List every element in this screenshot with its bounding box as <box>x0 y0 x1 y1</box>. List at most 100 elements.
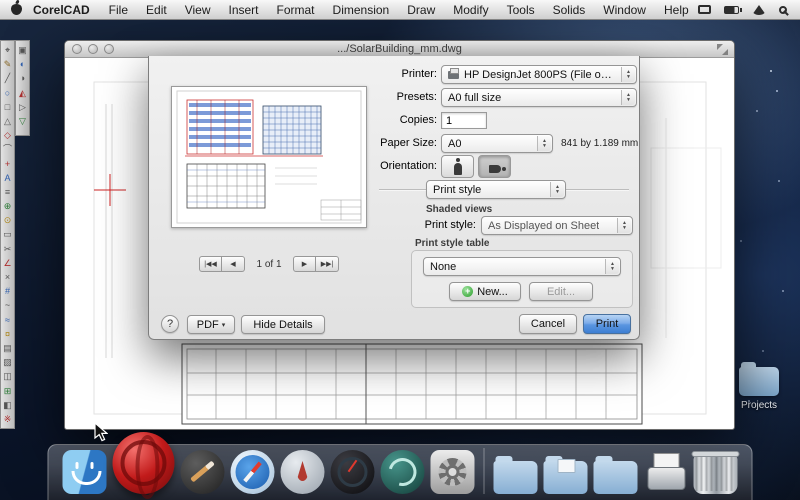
wifi-icon[interactable] <box>752 5 766 15</box>
menu-item[interactable]: Draw <box>398 3 444 17</box>
menu-item[interactable]: Window <box>594 3 655 17</box>
tool-icon[interactable]: + <box>1 157 14 171</box>
tool-icon[interactable]: ≈ <box>1 313 14 327</box>
launchpad-dock-icon[interactable] <box>281 450 325 494</box>
edit-style-button[interactable]: Edit... <box>529 282 593 301</box>
documents-folder-dock-icon[interactable] <box>544 461 588 494</box>
tool-icon[interactable]: ╱ <box>1 71 14 85</box>
page-indicator: 1 of 1 <box>251 259 287 270</box>
menu-item[interactable]: Modify <box>444 3 497 17</box>
tool-icon[interactable]: ⊕ <box>1 199 14 213</box>
copies-input[interactable] <box>441 112 487 129</box>
tool-icon[interactable]: ◧ <box>1 398 14 412</box>
safari-dock-icon[interactable] <box>231 450 275 494</box>
cancel-button[interactable]: Cancel <box>519 314 577 334</box>
menu-item[interactable]: Format <box>268 3 324 17</box>
finder-dock-icon[interactable] <box>63 450 107 494</box>
help-button[interactable]: ? <box>161 315 179 333</box>
menu-item[interactable]: Edit <box>137 3 176 17</box>
tool-icon[interactable]: ▨ <box>1 355 14 369</box>
tool-icon[interactable]: ✂ <box>1 242 14 256</box>
corelcad-dock-icon[interactable] <box>113 432 175 494</box>
tool-icon[interactable]: ◑ <box>16 71 29 85</box>
tool-icon[interactable]: ◇ <box>1 128 14 142</box>
tool-icon[interactable]: □ <box>1 100 14 114</box>
paper-size-select[interactable]: A0 <box>441 134 553 153</box>
painter-dock-icon[interactable] <box>181 450 225 494</box>
menu-items: FileEditViewInsertFormatDimensionDrawMod… <box>100 3 698 17</box>
print-style-label: Print style: <box>366 219 476 231</box>
tool-icon[interactable]: △ <box>1 114 14 128</box>
system-preferences-dock-icon[interactable] <box>431 450 475 494</box>
style-table-select[interactable]: None <box>423 257 621 276</box>
orientation-landscape-button[interactable] <box>478 155 511 178</box>
applications-folder-dock-icon[interactable] <box>494 461 538 494</box>
window-title: .../SolarBuilding_mm.dwg <box>337 43 462 55</box>
time-machine-dock-icon[interactable] <box>381 450 425 494</box>
tool-icon[interactable]: ▭ <box>1 227 14 241</box>
printer-dock-icon[interactable] <box>644 450 688 494</box>
dialog-section-select[interactable]: Print style <box>426 180 566 199</box>
tool-icon[interactable]: ▷ <box>16 100 29 114</box>
tool-icon[interactable]: × <box>1 270 14 284</box>
tool-icon[interactable]: ~ <box>1 298 14 312</box>
tool-icon[interactable]: ※ <box>1 412 14 426</box>
hide-details-button[interactable]: Hide Details <box>241 315 325 334</box>
tool-icon[interactable]: ◭ <box>16 86 29 100</box>
menu-item[interactable]: Dimension <box>324 3 399 17</box>
tool-icon[interactable]: ≡ <box>1 185 14 199</box>
last-page-button[interactable]: ▶▶| <box>316 256 339 272</box>
minimize-button[interactable] <box>88 44 98 54</box>
menu-item[interactable]: Solids <box>544 3 595 17</box>
downloads-folder-dock-icon[interactable] <box>594 461 638 494</box>
tool-icon[interactable]: A <box>1 171 14 185</box>
zoom-button[interactable] <box>104 44 114 54</box>
apple-logo-icon <box>11 4 22 15</box>
tool-icon[interactable]: ✎ <box>1 57 14 71</box>
apple-menu[interactable] <box>0 4 31 15</box>
tool-icon[interactable]: ∠ <box>1 256 14 270</box>
previous-page-button[interactable]: ◀ <box>222 256 245 272</box>
display-icon[interactable] <box>698 5 711 14</box>
first-page-button[interactable]: |◀◀ <box>199 256 222 272</box>
tool-icon[interactable]: # <box>1 284 14 298</box>
dashboard-dock-icon[interactable] <box>331 450 375 494</box>
menu-item[interactable]: View <box>176 3 220 17</box>
tool-icon[interactable]: ⌒ <box>1 142 14 156</box>
menu-item[interactable]: Insert <box>220 3 268 17</box>
tool-icon[interactable]: ⊞ <box>1 384 14 398</box>
menu-item[interactable]: Tools <box>498 3 544 17</box>
tool-icon[interactable]: ◫ <box>1 369 14 383</box>
presets-select[interactable]: A0 full size <box>441 88 637 107</box>
desktop-folder-projects[interactable]: Projects <box>731 367 787 411</box>
dock <box>48 444 753 500</box>
tool-icon[interactable]: ⊙ <box>1 213 14 227</box>
next-page-button[interactable]: ▶ <box>293 256 316 272</box>
tool-icon[interactable]: ▣ <box>16 43 29 57</box>
dropdown-arrows-icon <box>621 90 635 105</box>
tool-icon[interactable]: ▤ <box>1 341 14 355</box>
trash-dock-icon[interactable] <box>694 454 738 494</box>
fullscreen-icon[interactable] <box>717 44 728 55</box>
tool-icon[interactable]: ◐ <box>16 57 29 71</box>
paper-size-value: A0 <box>448 138 461 150</box>
spotlight-icon[interactable] <box>779 6 787 14</box>
tool-icon[interactable]: ○ <box>1 86 14 100</box>
print-style-select[interactable]: As Displayed on Sheet <box>481 216 633 235</box>
printer-select[interactable]: HP DesignJet 800PS (File output) <box>441 65 637 84</box>
tool-icon[interactable]: ▽ <box>16 114 29 128</box>
new-style-button[interactable]: New... <box>449 282 521 301</box>
print-preview[interactable] <box>171 86 367 228</box>
print-button[interactable]: Print <box>583 314 631 334</box>
close-button[interactable] <box>72 44 82 54</box>
menu-item[interactable]: Help <box>655 3 698 17</box>
app-menu-title[interactable]: CorelCAD <box>31 3 100 17</box>
menu-item[interactable]: File <box>100 3 137 17</box>
tool-icon[interactable]: ¤ <box>1 327 14 341</box>
print-style-table-title: Print style table <box>415 238 489 249</box>
orientation-portrait-button[interactable] <box>441 155 474 178</box>
tool-icon[interactable]: ⌖ <box>1 43 14 57</box>
battery-icon[interactable] <box>724 6 739 14</box>
tool-palette-main: ⌖✎╱○□△◇⌒+A≡⊕⊙▭✂∠×#~≈¤▤▨◫⊞◧※ <box>0 40 15 429</box>
pdf-menu-button[interactable]: PDF ▾ <box>187 315 235 334</box>
